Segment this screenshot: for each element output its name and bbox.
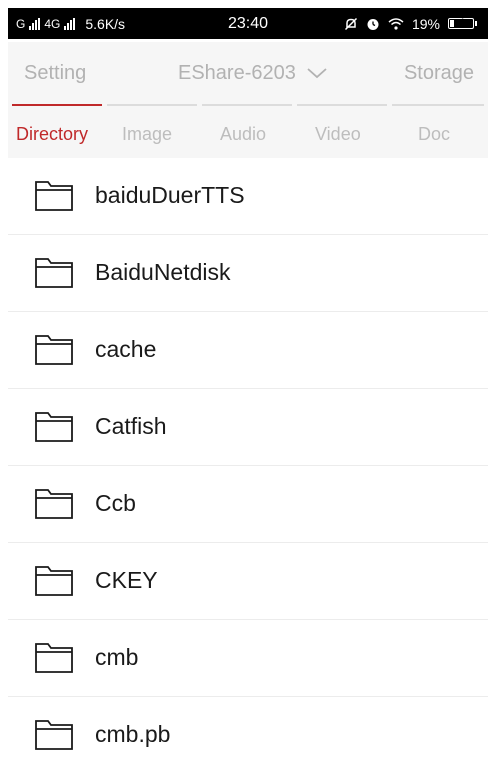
list-item[interactable]: BaiduNetdisk	[8, 235, 488, 312]
top-nav: Setting EShare-6203 Storage	[8, 42, 488, 104]
folder-icon	[35, 643, 73, 673]
signal-icon-2	[64, 17, 76, 30]
tab-video[interactable]: Video	[315, 123, 361, 145]
tab-underline-audio	[202, 104, 292, 106]
file-name: cmb.pb	[95, 721, 171, 747]
signal-icon	[29, 17, 41, 30]
tab-directory[interactable]: Directory	[16, 123, 88, 145]
network-label: G	[16, 16, 26, 31]
wifi-icon	[388, 17, 404, 30]
file-name: BaiduNetdisk	[95, 259, 231, 285]
tab-doc[interactable]: Doc	[418, 123, 450, 145]
tab-audio[interactable]: Audio	[220, 123, 266, 145]
status-left: G 4G 5.6K/s	[16, 8, 125, 39]
file-name: Ccb	[95, 490, 136, 516]
tab-underline-video	[297, 104, 387, 106]
folder-icon	[35, 258, 73, 288]
file-list: baiduDuerTTS BaiduNetdisk cache Catfish …	[8, 158, 488, 774]
tab-underlines	[8, 104, 488, 107]
folder-icon	[35, 412, 73, 442]
charging-bolt-icon: ⚡	[457, 17, 465, 28]
tab-underline-image	[107, 104, 197, 106]
storage-button[interactable]: Storage	[404, 60, 474, 86]
file-name: baiduDuerTTS	[95, 182, 245, 208]
list-item[interactable]: Catfish	[8, 389, 488, 466]
folder-icon	[35, 181, 73, 211]
list-item[interactable]: cache	[8, 312, 488, 389]
list-item[interactable]: CKEY	[8, 543, 488, 620]
tab-image[interactable]: Image	[122, 123, 172, 145]
file-name: Catfish	[95, 413, 167, 439]
device-selector[interactable]: EShare-6203	[178, 60, 328, 86]
folder-icon	[35, 489, 73, 519]
tab-underline-directory	[12, 104, 102, 106]
list-item[interactable]: Ccb	[8, 466, 488, 543]
status-bar: G 4G 5.6K/s 23:40 19% ⚡	[8, 8, 488, 39]
file-name: cmb	[95, 644, 139, 670]
battery-percent: 19%	[411, 15, 440, 32]
network-label-4g: 4G	[44, 16, 61, 31]
tab-underline-doc	[392, 104, 484, 106]
mute-bell-icon	[344, 17, 357, 30]
folder-icon	[35, 720, 73, 750]
category-tabs: Directory Image Audio Video Doc	[8, 104, 488, 158]
list-item[interactable]: baiduDuerTTS	[8, 158, 488, 235]
folder-icon	[35, 335, 73, 365]
list-item[interactable]: cmb.pb	[8, 697, 488, 774]
status-right: 19% ⚡	[344, 8, 477, 39]
alarm-icon	[367, 18, 379, 30]
setting-button[interactable]: Setting	[24, 60, 86, 86]
folder-icon	[35, 566, 73, 596]
battery-icon: ⚡	[448, 17, 477, 29]
file-name: cache	[95, 336, 157, 362]
list-item[interactable]: cmb	[8, 620, 488, 697]
file-name: CKEY	[95, 567, 158, 593]
chevron-down-icon	[307, 68, 327, 79]
network-speed: 5.6K/s	[85, 15, 126, 32]
device-name: EShare-6203	[178, 62, 296, 84]
